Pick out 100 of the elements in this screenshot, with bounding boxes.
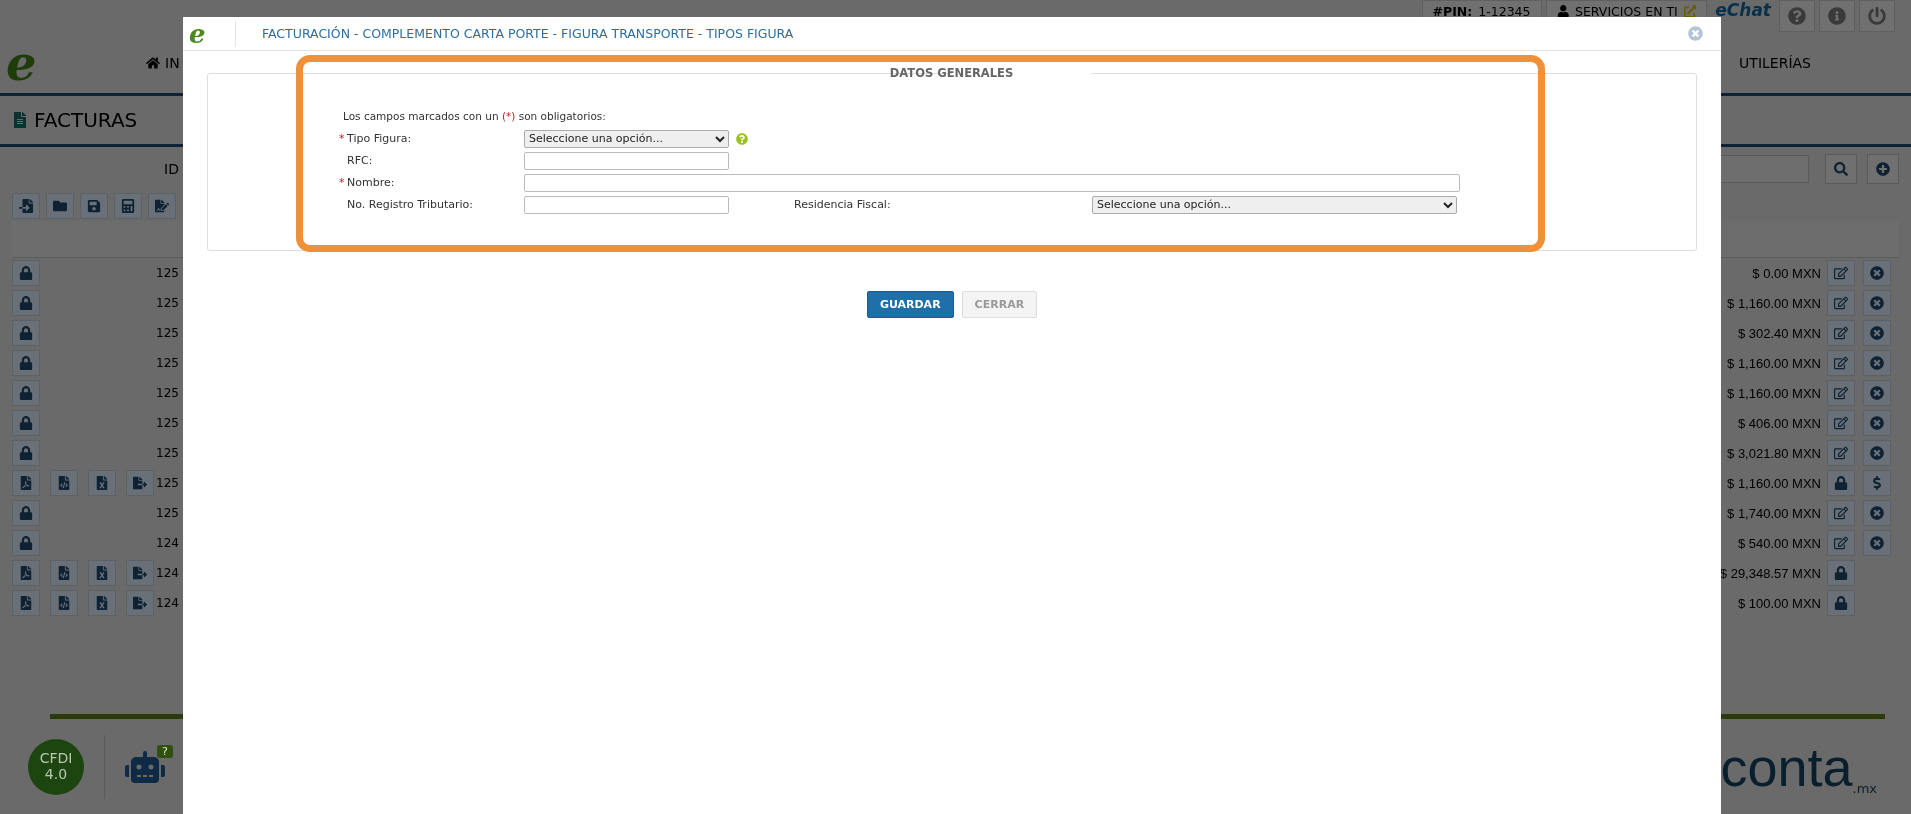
edit-icon <box>1834 416 1848 430</box>
icon-button[interactable] <box>1827 560 1855 586</box>
icon-button[interactable] <box>50 590 78 616</box>
filter-label: ID <box>164 161 179 177</box>
icon-button[interactable] <box>1863 500 1891 526</box>
modal-logo: e <box>183 20 236 47</box>
calculator-icon <box>121 199 135 213</box>
icon-button[interactable] <box>1827 530 1855 556</box>
app-logo: e <box>5 39 38 87</box>
select-field[interactable]: Seleccione una opción... <box>524 129 729 148</box>
icon-button[interactable] <box>50 470 78 496</box>
lock-icon <box>19 266 33 280</box>
icon-button[interactable] <box>12 260 40 286</box>
chat-logo[interactable]: eChat <box>1711 0 1775 20</box>
icon-button[interactable] <box>1863 530 1891 556</box>
icon-button[interactable] <box>114 193 142 219</box>
icon-button[interactable] <box>1827 350 1855 376</box>
icon-button[interactable] <box>88 590 116 616</box>
icon-button[interactable] <box>12 470 40 496</box>
select-field[interactable]: Seleccione una opción... <box>1092 195 1457 214</box>
icon-button[interactable] <box>1863 470 1891 496</box>
input-field[interactable] <box>524 151 729 170</box>
table-cell-text: $ 3,021.80 MXN <box>1726 445 1822 461</box>
icon-button[interactable] <box>12 560 40 586</box>
icon-button[interactable] <box>1863 350 1891 376</box>
icon-button[interactable] <box>1863 260 1891 286</box>
icon-button[interactable] <box>12 530 40 556</box>
icon-button[interactable] <box>12 193 40 219</box>
icon-button[interactable] <box>12 500 40 526</box>
icon-button[interactable] <box>1863 440 1891 466</box>
icon-button[interactable] <box>1827 470 1855 496</box>
icon-button[interactable] <box>1863 290 1891 316</box>
table-cell-text: 125 <box>156 326 180 340</box>
icon-button[interactable] <box>1863 320 1891 346</box>
required-note: Los campos marcados con un (*) son obligatorios: <box>343 110 607 122</box>
help-icon[interactable] <box>736 132 748 145</box>
icon-button[interactable] <box>1863 380 1891 406</box>
table-cell-text: 124 <box>156 536 180 550</box>
cfdi-badge[interactable]: CFDI 4.0 <box>28 738 84 795</box>
icon-button[interactable] <box>1827 410 1855 436</box>
icon-button[interactable] <box>12 290 40 316</box>
services-label: SERVICIOS EN TI <box>1575 3 1678 19</box>
save-button[interactable]: GUARDAR <box>866 291 954 318</box>
icon-button[interactable] <box>148 193 176 219</box>
icon-button[interactable] <box>1827 590 1855 616</box>
icon-button[interactable] <box>1827 500 1855 526</box>
folder-icon <box>53 199 67 213</box>
info-icon[interactable] <box>1819 0 1855 32</box>
table-cell-text: 125 <box>156 266 180 280</box>
file-x-icon <box>95 596 109 610</box>
close-icon[interactable] <box>1688 26 1703 41</box>
icon-button[interactable] <box>1827 290 1855 316</box>
icon-button[interactable] <box>1827 260 1855 286</box>
lock-icon <box>19 416 33 430</box>
file-export-icon <box>133 476 147 490</box>
code-file-icon <box>57 566 71 580</box>
icon-button[interactable] <box>88 560 116 586</box>
pdf-file-icon <box>19 566 33 580</box>
icon-button[interactable] <box>12 410 40 436</box>
edit-icon <box>1834 386 1848 400</box>
icon-button[interactable] <box>1827 320 1855 346</box>
table-cell-text: $ 100.00 MXN <box>1736 595 1822 611</box>
icon-button[interactable] <box>126 560 154 586</box>
table-cell-text: 125 <box>156 356 180 370</box>
icon-button[interactable] <box>126 590 154 616</box>
icon-button[interactable] <box>126 470 154 496</box>
search-button[interactable] <box>1825 154 1857 184</box>
icon-button[interactable] <box>46 193 74 219</box>
icon-button[interactable] <box>12 350 40 376</box>
icon-button[interactable] <box>12 440 40 466</box>
table-cell-text: 125 <box>156 296 180 310</box>
icon-button[interactable] <box>50 560 78 586</box>
table-cell-text: $ 1,160.00 MXN <box>1726 475 1822 491</box>
field-label: Residencia Fiscal: <box>794 198 892 211</box>
icon-button[interactable] <box>12 590 40 616</box>
nav-item[interactable]: UTILERÍAS <box>1739 55 1811 71</box>
input-field[interactable] <box>524 173 1460 192</box>
help-badge: ? <box>157 744 173 758</box>
icon-button[interactable] <box>1827 380 1855 406</box>
code-file-icon <box>57 476 71 490</box>
nav-item[interactable]: IN <box>146 55 180 71</box>
table-cell-text: $ 1,160.00 MXN <box>1726 295 1822 311</box>
icon-button[interactable] <box>12 320 40 346</box>
help-icon[interactable] <box>1779 0 1815 32</box>
edit-icon <box>1834 506 1848 520</box>
input-field[interactable] <box>524 195 729 214</box>
icon-button[interactable] <box>1863 410 1891 436</box>
file-export-icon <box>133 566 147 580</box>
brand-suffix: .mx <box>1852 781 1877 796</box>
icon-button[interactable] <box>88 470 116 496</box>
table-cell-text: $ 540.00 MXN <box>1736 535 1822 551</box>
icon-button[interactable] <box>12 380 40 406</box>
close-button[interactable]: CERRAR <box>961 291 1038 318</box>
add-button[interactable] <box>1867 154 1899 184</box>
lock-icon <box>19 446 33 460</box>
table-cell-text: 124 <box>156 566 180 580</box>
power-icon[interactable] <box>1859 0 1895 32</box>
icon-button[interactable] <box>80 193 108 219</box>
icon-button[interactable] <box>1827 440 1855 466</box>
table-cell-text: $ 1,740.00 MXN <box>1726 505 1822 521</box>
